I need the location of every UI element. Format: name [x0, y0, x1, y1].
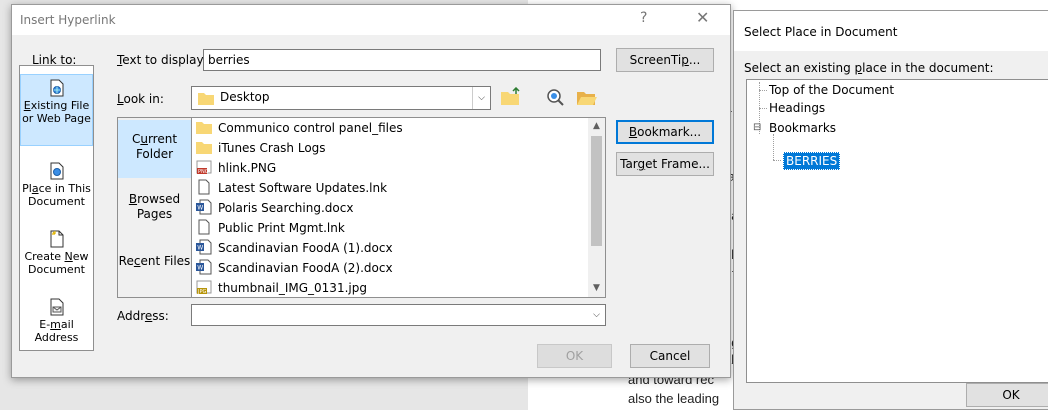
svg-text:W: W — [197, 205, 203, 212]
file-name: Public Print Mgmt.lnk — [218, 221, 345, 235]
web-page-icon — [50, 79, 63, 97]
browse-file-button[interactable] — [575, 87, 597, 109]
file-list-item[interactable]: W Polaris Searching.docx — [196, 198, 586, 218]
file-name: Scandinavian FoodA (1).docx — [218, 241, 393, 255]
new-document-icon — [50, 230, 63, 248]
jpg-file-icon: JPG — [196, 280, 212, 295]
link-email-address[interactable]: E-mail Address — [20, 294, 93, 346]
select-place-prompt: Select an existing place in the document… — [744, 61, 994, 75]
select-place-dialog: Select Place in Document Select an exist… — [733, 10, 1048, 410]
address-input[interactable] — [191, 304, 606, 326]
tree-item-bookmark-berries[interactable]: BERRIES — [783, 152, 841, 170]
folder-icon — [198, 93, 214, 105]
shortcut-file-icon — [198, 219, 210, 235]
link-existing-file[interactable]: Existing File or Web Page — [20, 74, 93, 146]
svg-text:PNG: PNG — [198, 169, 209, 175]
file-list-item[interactable]: Public Print Mgmt.lnk — [196, 218, 586, 238]
file-list-item[interactable]: iTunes Crash Logs — [196, 138, 586, 158]
link-to-bar: Existing File or Web Page Place in This … — [19, 65, 94, 351]
svg-text:W: W — [197, 245, 203, 252]
insert-hyperlink-dialog: Insert Hyperlink ? ✕ Link to: Text to di… — [11, 4, 731, 378]
close-button[interactable]: ✕ — [696, 8, 709, 27]
file-list-item[interactable]: W Scandinavian FoodA (2).docx — [196, 258, 586, 278]
folder-icon — [196, 142, 212, 154]
word-doc-icon: W — [196, 259, 212, 275]
open-folder-icon — [577, 92, 597, 105]
scrollbar-thumb[interactable] — [591, 136, 602, 246]
scroll-down-arrow-icon[interactable]: ▼ — [588, 280, 605, 297]
text-to-display-input[interactable]: berries — [203, 49, 601, 71]
look-in-label: Look in: — [117, 92, 164, 106]
help-button[interactable]: ? — [640, 10, 647, 26]
file-name: Communico control panel_files — [218, 121, 403, 135]
target-frame-button[interactable]: Target Frame... — [616, 152, 714, 176]
file-list-item[interactable]: Communico control panel_files — [196, 118, 586, 138]
browsed-pages-label: Browsed Pages — [128, 192, 181, 221]
place-in-document-icon — [50, 162, 63, 180]
svg-text:W: W — [197, 265, 203, 272]
cancel-button[interactable]: Cancel — [630, 344, 710, 368]
link-existing-file-label: Existing File or Web Page — [22, 99, 91, 125]
current-folder-label: Current Folder — [131, 132, 178, 161]
select-place-ok-button[interactable]: OK — [966, 383, 1048, 407]
select-place-title: Select Place in Document — [744, 25, 898, 39]
current-folder-option[interactable]: Current Folder — [118, 120, 191, 178]
dialog-titlebar: Insert Hyperlink ? ✕ — [12, 5, 730, 35]
address-dropdown-chevron-icon[interactable]: ⌵ — [588, 305, 605, 325]
email-icon — [50, 298, 63, 316]
file-name: Latest Software Updates.lnk — [218, 181, 388, 195]
folder-up-icon — [501, 86, 520, 105]
scroll-up-arrow-icon[interactable]: ▲ — [588, 118, 605, 135]
vertical-scrollbar[interactable]: ▲ ▼ — [588, 118, 605, 297]
up-folder-button[interactable] — [499, 86, 523, 109]
file-name: hlink.PNG — [218, 161, 277, 175]
screentip-button[interactable]: ScreenTip... — [616, 48, 714, 72]
file-list-item[interactable]: Latest Software Updates.lnk — [196, 178, 586, 198]
browse-options: Current Folder Browsed Pages Recent File… — [117, 117, 191, 298]
ok-button[interactable]: OK — [537, 344, 612, 368]
look-in-dropdown[interactable]: Desktop ⌵ — [191, 86, 491, 110]
browse-web-button[interactable] — [545, 87, 567, 109]
shortcut-file-icon — [198, 179, 210, 195]
file-name: Polaris Searching.docx — [218, 201, 354, 215]
doc-text-fragment: also the leading — [628, 391, 720, 406]
file-list: Communico control panel_files iTunes Cras… — [191, 117, 606, 298]
bookmark-button[interactable]: Bookmark... — [616, 120, 714, 144]
link-email-address-label: E-mail Address — [34, 318, 79, 344]
file-name: iTunes Crash Logs — [218, 141, 326, 155]
link-create-new-document[interactable]: Create New Document — [20, 226, 93, 286]
collapse-icon[interactable]: ⊟ — [753, 120, 761, 136]
browsed-pages-option[interactable]: Browsed Pages — [118, 192, 191, 222]
file-list-item[interactable]: PNG hlink.PNG — [196, 158, 586, 178]
web-search-icon — [547, 89, 564, 106]
word-doc-icon: W — [196, 199, 212, 215]
tree-item-top-of-document[interactable]: Top of the Document — [769, 82, 894, 98]
png-file-icon: PNG — [196, 160, 212, 175]
file-list-item[interactable]: JPG thumbnail_IMG_0131.jpg — [196, 278, 586, 297]
file-list-item[interactable]: W Scandinavian FoodA (1).docx — [196, 238, 586, 258]
link-create-new-document-label: Create New Document — [24, 250, 89, 276]
dialog-title: Insert Hyperlink — [20, 13, 116, 27]
select-place-titlebar: Select Place in Document — [734, 11, 1048, 51]
document-place-tree: Top of the Document Headings ⊟ Bookmarks… — [746, 79, 1048, 383]
file-name: Scandinavian FoodA (2).docx — [218, 261, 393, 275]
text-to-display-label: Text to display: — [117, 53, 207, 67]
file-name: thumbnail_IMG_0131.jpg — [218, 281, 367, 295]
link-place-in-document[interactable]: Place in This Document — [20, 158, 93, 218]
tree-item-headings[interactable]: Headings — [769, 100, 825, 116]
look-in-value: Desktop — [220, 90, 270, 104]
recent-files-option[interactable]: Recent Files — [118, 254, 191, 269]
svg-text:JPG: JPG — [197, 289, 206, 295]
word-doc-icon: W — [196, 239, 212, 255]
link-place-in-document-label: Place in This Document — [22, 182, 91, 208]
recent-files-label: Recent Files — [118, 254, 191, 268]
chevron-down-icon[interactable]: ⌵ — [472, 87, 490, 109]
address-label: Address: — [117, 309, 169, 323]
tree-item-bookmarks[interactable]: Bookmarks — [769, 120, 836, 136]
folder-icon — [196, 122, 212, 134]
